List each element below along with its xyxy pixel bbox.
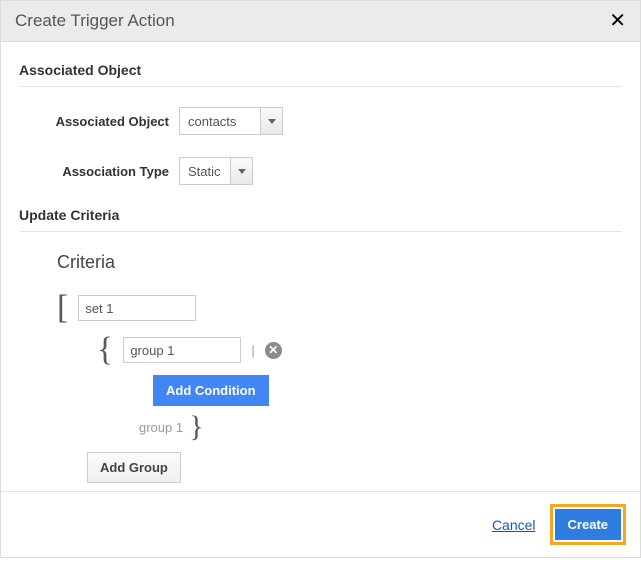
cancel-link[interactable]: Cancel <box>492 517 536 533</box>
divider <box>19 231 622 232</box>
criteria-block: Criteria [ { | ✕ Add Condition group 1 }… <box>19 252 622 483</box>
brace-open-icon: { <box>97 333 113 367</box>
select-association-type[interactable]: Static <box>179 157 253 185</box>
group-name-input[interactable] <box>123 337 241 363</box>
section-heading-associated-object: Associated Object <box>19 62 622 78</box>
chevron-down-icon <box>260 108 282 134</box>
criteria-title: Criteria <box>57 252 622 273</box>
select-associated-object-value: contacts <box>180 108 260 134</box>
dialog-body: Associated Object Associated Object cont… <box>1 42 640 491</box>
select-association-type-value: Static <box>180 158 230 184</box>
create-highlight: Create <box>550 504 626 545</box>
group-close-row: group 1 } <box>139 412 622 442</box>
group-close-label: group 1 <box>139 420 183 435</box>
dialog: Create Trigger Action ✕ Associated Objec… <box>0 0 641 558</box>
separator-icon: | <box>251 343 254 358</box>
add-condition-row: Add Condition <box>153 375 622 406</box>
label-association-type: Association Type <box>19 164 179 179</box>
add-group-row: Add Group <box>87 452 622 483</box>
dialog-title: Create Trigger Action <box>15 11 175 31</box>
brace-close-icon: } <box>189 412 203 442</box>
add-group-button[interactable]: Add Group <box>87 452 181 483</box>
set-row: [ <box>57 291 622 325</box>
label-associated-object: Associated Object <box>19 114 179 129</box>
dialog-footer: Cancel Create <box>1 491 640 557</box>
bracket-open-icon: [ <box>57 291 68 325</box>
section-heading-update-criteria: Update Criteria <box>19 207 622 223</box>
set-name-input[interactable] <box>78 295 196 321</box>
add-condition-button[interactable]: Add Condition <box>153 375 269 406</box>
group-row: { | ✕ <box>97 333 622 367</box>
select-associated-object[interactable]: contacts <box>179 107 283 135</box>
row-associated-object: Associated Object contacts <box>19 107 622 135</box>
chevron-down-icon <box>230 158 252 184</box>
dialog-header: Create Trigger Action ✕ <box>1 1 640 42</box>
close-icon[interactable]: ✕ <box>609 11 626 31</box>
remove-group-icon[interactable]: ✕ <box>265 342 282 359</box>
divider <box>19 86 622 87</box>
create-button[interactable]: Create <box>555 509 621 540</box>
row-association-type: Association Type Static <box>19 157 622 185</box>
